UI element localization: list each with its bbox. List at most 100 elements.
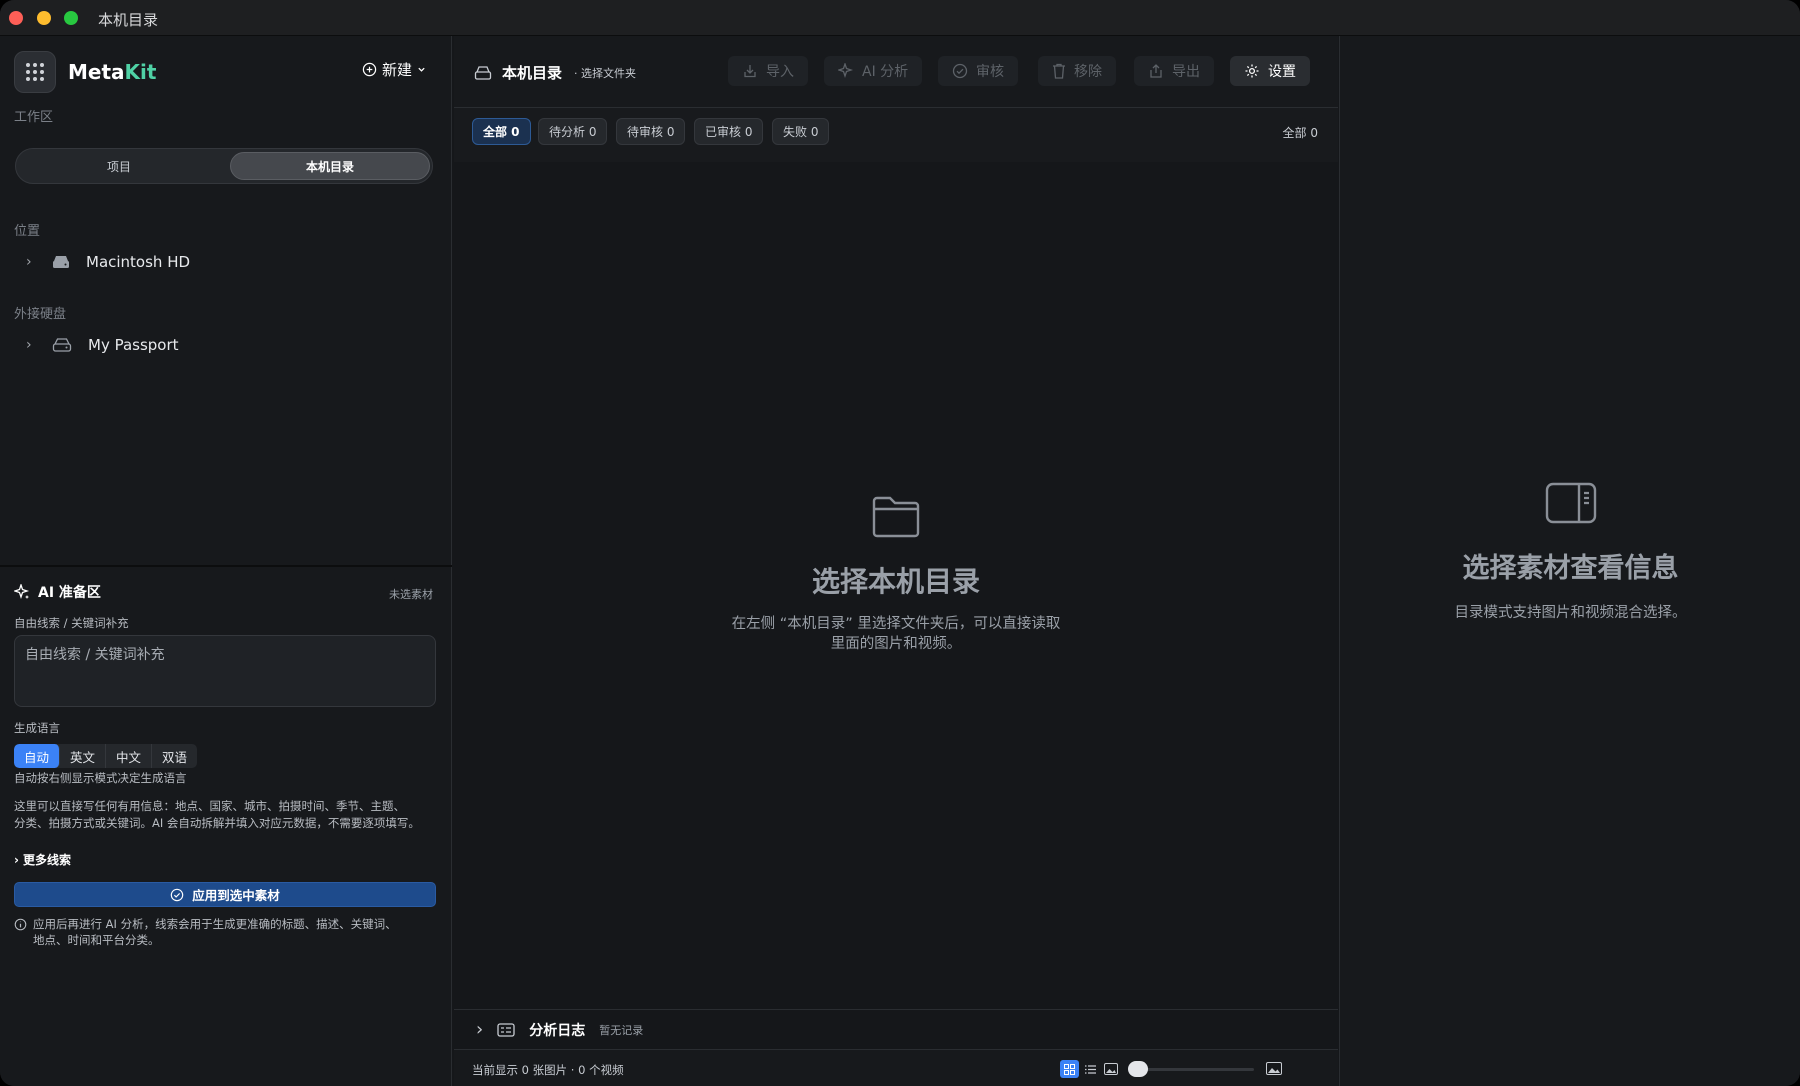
- tree-item-label: My Passport: [88, 336, 179, 354]
- import-label: 导入: [766, 64, 794, 80]
- filter-total-count: 全部 0: [1282, 126, 1318, 140]
- language-selector: 自动 英文 中文 双语: [14, 744, 198, 768]
- clue-textarea[interactable]: 自由线索 / 关键词补充: [14, 635, 436, 707]
- app-name-accent: Kit: [124, 60, 157, 84]
- app-window: 本机目录 MetaKit 新建 工作区 项目 本机目录 位置 › Macinto…: [0, 0, 1800, 1086]
- settings-label: 设置: [1268, 64, 1296, 80]
- chevron-right-icon[interactable]: ›: [26, 254, 36, 270]
- grid-view-icon: [1064, 1063, 1075, 1075]
- ai-description-line: 分类、拍摄方式或关键词。AI 会自动拆解并填入对应元数据，不需要逐项填写。: [14, 816, 420, 830]
- external-drive-icon: [52, 338, 72, 352]
- analysis-log-bar[interactable]: › 分析日志 暂无记录: [454, 1009, 1338, 1049]
- thumbnail-size-control: [1104, 1060, 1284, 1078]
- tree-item-macintosh-hd[interactable]: › Macintosh HD: [26, 251, 190, 273]
- sidebar: MetaKit 新建 工作区 项目 本机目录 位置 › Macintosh HD…: [0, 36, 452, 1086]
- review-button[interactable]: 审核: [938, 56, 1018, 86]
- choose-folder-link[interactable]: · 选择文件夹: [574, 65, 636, 81]
- tab-projects[interactable]: 项目: [19, 152, 219, 180]
- sidebar-panel-icon: [1545, 482, 1596, 524]
- new-button[interactable]: 新建: [362, 59, 426, 80]
- list-view-icon: [1085, 1064, 1096, 1074]
- lang-option-english[interactable]: 英文: [60, 744, 107, 768]
- import-button[interactable]: 导入: [728, 56, 808, 86]
- app-name-part: Meta: [68, 60, 125, 84]
- filter-pending-analysis[interactable]: 待分析 0: [538, 118, 608, 145]
- folder-icon: [872, 496, 920, 538]
- title-bar: 本机目录: [0, 0, 1800, 36]
- external-drives-label: 外接硬盘: [14, 307, 67, 322]
- apply-note-line: 地点、时间和平台分类。: [33, 933, 160, 947]
- empty-state-title: 选择本机目录: [811, 565, 980, 598]
- language-hint: 自动按右侧显示模式决定生成语言: [14, 771, 187, 785]
- sidebar-divider[interactable]: [0, 565, 452, 567]
- filter-reviewed[interactable]: 已审核 0: [694, 118, 764, 145]
- location-label: 位置: [14, 224, 41, 239]
- more-clues-toggle[interactable]: › 更多线索: [14, 851, 71, 868]
- sparkle-icon: [14, 584, 30, 600]
- new-button-label: 新建: [382, 61, 413, 79]
- more-clues-label: 更多线索: [22, 853, 71, 867]
- filter-all[interactable]: 全部 0: [472, 118, 531, 145]
- ai-description-line: 这里可以直接写任何有用信息：地点、国家、城市、拍摄时间、季节、主题、: [14, 799, 405, 813]
- info-icon: [14, 918, 27, 931]
- remove-button[interactable]: 移除: [1038, 56, 1116, 86]
- list-view-button[interactable]: [1081, 1060, 1100, 1078]
- import-icon: [744, 65, 756, 78]
- app-menu-button[interactable]: [14, 51, 56, 93]
- workspace-switch: 项目 本机目录: [15, 148, 433, 184]
- export-label: 导出: [1172, 64, 1200, 80]
- tree-item-my-passport[interactable]: › My Passport: [26, 334, 179, 356]
- toolbar-title: 本机目录: [474, 62, 562, 83]
- chevron-down-icon: [418, 67, 425, 72]
- minimize-window-button[interactable]: [37, 11, 51, 25]
- apply-to-selected-button[interactable]: 应用到选中素材: [14, 882, 436, 907]
- clue-placeholder: 自由线索 / 关键词补充: [25, 647, 165, 663]
- check-circle-icon: [170, 888, 184, 901]
- share-icon: [1150, 64, 1162, 78]
- chevron-right-icon[interactable]: ›: [26, 337, 36, 353]
- empty-state: 选择本机目录 在左侧 “本机目录” 里选择文件夹后，可以直接读取 里面的图片和视…: [454, 496, 1338, 654]
- ai-analyze-button[interactable]: AI 分析: [824, 56, 923, 86]
- tab-local-directory[interactable]: 本机目录: [230, 152, 430, 180]
- empty-state-description: 在左侧 “本机目录” 里选择文件夹后，可以直接读取 里面的图片和视频。: [454, 614, 1338, 654]
- review-label: 审核: [976, 64, 1004, 80]
- ai-panel-title: AI 准备区: [14, 582, 101, 602]
- lang-option-auto[interactable]: 自动: [14, 744, 61, 768]
- analysis-log-status: 暂无记录: [599, 1023, 644, 1037]
- chevron-right-icon: ›: [14, 852, 19, 867]
- window-title: 本机目录: [98, 11, 159, 29]
- tree-item-label: Macintosh HD: [86, 253, 191, 271]
- app-name: MetaKit: [68, 60, 156, 84]
- toolbar: 本机目录 · 选择文件夹 导入 AI 分析 审核 移除 导出 设置: [454, 36, 1338, 108]
- small-image-icon: [1104, 1063, 1118, 1075]
- settings-button[interactable]: 设置: [1230, 56, 1310, 86]
- workspace-label: 工作区: [14, 110, 54, 125]
- analysis-log-title: 分析日志: [529, 1022, 586, 1039]
- remove-label: 移除: [1074, 64, 1102, 80]
- grid-view-button[interactable]: [1060, 1060, 1079, 1078]
- status-bar: 当前显示 0 张图片 · 0 个视频: [454, 1049, 1338, 1086]
- filter-failed[interactable]: 失败 0: [772, 118, 830, 145]
- zoom-window-button[interactable]: [64, 11, 78, 25]
- grid-icon: [26, 63, 44, 81]
- detail-empty-state: 选择素材查看信息 目录模式支持图片和视频混合选择。: [1340, 482, 1800, 622]
- ai-panel-title-text: AI 准备区: [38, 585, 101, 601]
- log-icon: [497, 1022, 515, 1037]
- export-button[interactable]: 导出: [1134, 56, 1214, 86]
- apply-note: 应用后再进行 AI 分析，线索会用于生成更准确的标题、描述、关键词、 地点、时间…: [14, 916, 444, 948]
- large-image-icon: [1266, 1062, 1282, 1075]
- detail-empty-description: 目录模式支持图片和视频混合选择。: [1454, 605, 1687, 621]
- filter-pending-review[interactable]: 待审核 0: [616, 118, 686, 145]
- ai-analyze-label: AI 分析: [862, 64, 909, 80]
- detail-panel: 选择素材查看信息 目录模式支持图片和视频混合选择。: [1339, 36, 1800, 1086]
- lang-option-chinese[interactable]: 中文: [106, 744, 153, 768]
- clue-label: 自由线索 / 关键词补充: [14, 616, 129, 630]
- thumbnail-size-slider[interactable]: [1130, 1068, 1254, 1071]
- chevron-right-icon: ›: [476, 1019, 484, 1040]
- close-window-button[interactable]: [9, 11, 23, 25]
- empty-desc-line: 里面的图片和视频。: [830, 636, 962, 652]
- ai-description: 这里可以直接写任何有用信息：地点、国家、城市、拍摄时间、季节、主题、 分类、拍摄…: [14, 798, 444, 832]
- view-mode-toggle: [1060, 1060, 1100, 1078]
- slider-thumb[interactable]: [1128, 1061, 1148, 1077]
- lang-option-bilingual[interactable]: 双语: [152, 744, 197, 768]
